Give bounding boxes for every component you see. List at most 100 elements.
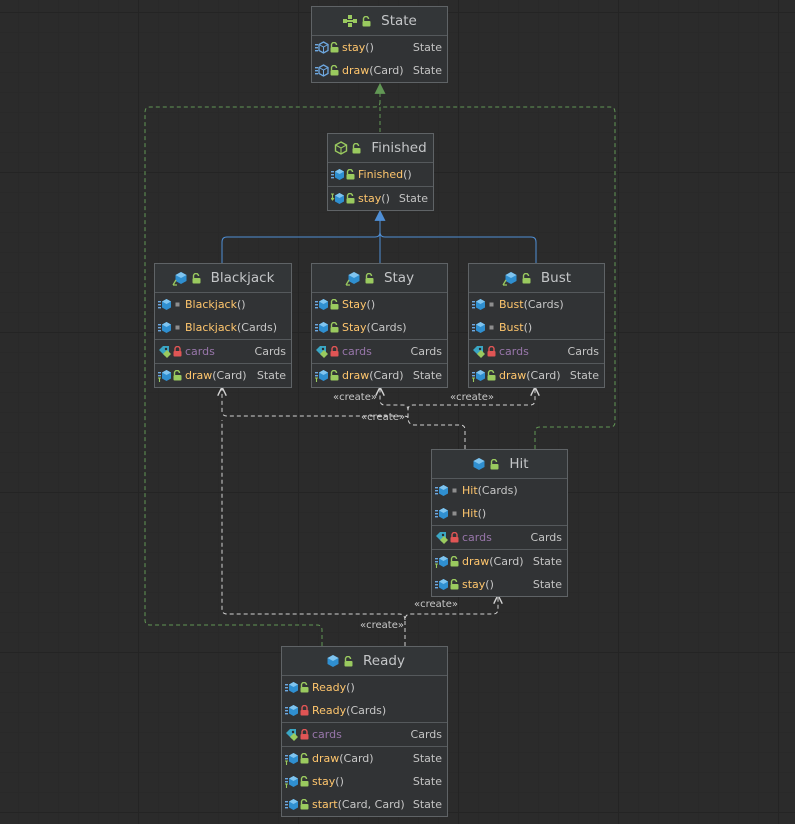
- member-row[interactable]: Stay (): [312, 293, 447, 316]
- member-type: State: [412, 775, 442, 788]
- node-title: Hit: [509, 456, 529, 472]
- package-private-icon: [450, 508, 459, 519]
- public-icon: [365, 272, 374, 284]
- member-row[interactable]: Bust (): [469, 316, 604, 339]
- node-title: Bust: [540, 270, 572, 286]
- node-header: Stay: [312, 264, 447, 293]
- member-name: draw: [185, 369, 213, 382]
- node-stay[interactable]: Stay Stay () Stay (Cards) cards Cards dr…: [311, 263, 448, 388]
- implementing-method-icon: [285, 775, 299, 789]
- member-name: stay: [342, 41, 366, 54]
- public-icon: [450, 579, 459, 590]
- constructor-icon: [472, 321, 486, 335]
- member-type: State: [532, 578, 562, 591]
- member-row[interactable]: stay () State: [432, 573, 567, 596]
- node-title: Stay: [383, 270, 415, 286]
- member-row[interactable]: draw (Card) State: [282, 747, 447, 770]
- member-row[interactable]: draw (Card) State: [155, 364, 291, 387]
- class-icon: [345, 271, 361, 286]
- member-row[interactable]: Stay (Cards): [312, 316, 447, 339]
- member-row[interactable]: cards Cards: [469, 340, 604, 363]
- member-params: (): [403, 168, 412, 181]
- member-name: draw: [462, 555, 490, 568]
- node-blackjack[interactable]: Blackjack Blackjack () Blackjack (Cards): [154, 263, 292, 388]
- member-params: (): [523, 321, 533, 334]
- member-params: (Card): [489, 555, 524, 568]
- member-params: (Cards): [346, 704, 387, 717]
- public-icon: [300, 776, 309, 787]
- extends-edge-bust: [379, 231, 537, 264]
- member-type: Cards: [410, 728, 442, 741]
- methods-section: draw (Card) State: [312, 364, 447, 387]
- member-type: State: [412, 798, 442, 811]
- constructor-icon: [472, 298, 486, 312]
- member-row[interactable]: draw (Card) State: [312, 59, 447, 82]
- member-row[interactable]: draw (Card) State: [312, 364, 447, 387]
- member-row[interactable]: start (Card, Card) State: [282, 793, 447, 816]
- class-icon: [324, 654, 340, 669]
- member-name: Hit: [462, 484, 478, 497]
- member-params: (Card, Card): [337, 798, 405, 811]
- public-icon: [330, 42, 339, 53]
- member-row[interactable]: Finished (): [328, 163, 433, 186]
- node-header: Hit: [432, 450, 567, 479]
- member-name: Blackjack: [185, 321, 237, 334]
- member-row[interactable]: Bust (Cards): [469, 293, 604, 316]
- node-finished[interactable]: Finished Finished () stay () State: [327, 133, 434, 211]
- member-row[interactable]: Ready (): [282, 676, 447, 699]
- class-icon: [470, 457, 486, 472]
- member-params: (): [335, 775, 344, 788]
- member-name: stay: [462, 578, 486, 591]
- member-row[interactable]: cards Cards: [282, 723, 447, 746]
- member-params: (): [485, 578, 494, 591]
- member-row[interactable]: stay () State: [328, 187, 433, 210]
- constructors-section: Stay () Stay (Cards): [312, 293, 447, 340]
- constructors-section: Hit (Cards) Hit (): [432, 479, 567, 526]
- member-row[interactable]: Hit (Cards): [432, 479, 567, 502]
- implementing-method-icon: [435, 555, 449, 569]
- package-private-icon: [487, 299, 496, 310]
- member-row[interactable]: Hit (): [432, 502, 567, 525]
- node-bust[interactable]: Bust Bust (Cards) Bust () cards Cards dr…: [468, 263, 605, 388]
- constructor-icon: [158, 298, 172, 312]
- methods-section: stay () State: [328, 187, 433, 210]
- member-row[interactable]: stay () State: [282, 770, 447, 793]
- member-row[interactable]: cards Cards: [432, 526, 567, 549]
- node-state[interactable]: State stay () State draw (Card) State: [311, 6, 448, 83]
- public-icon: [522, 272, 531, 284]
- member-params: (): [381, 192, 390, 205]
- member-name: draw: [342, 369, 370, 382]
- node-ready[interactable]: Ready Ready () Ready (Cards) cards Cards…: [281, 646, 448, 817]
- member-row[interactable]: cards Cards: [312, 340, 447, 363]
- member-row[interactable]: Blackjack (Cards): [155, 316, 291, 339]
- node-title: Finished: [371, 140, 427, 156]
- member-params: (): [236, 298, 246, 311]
- abstract-method-icon: [315, 40, 329, 55]
- node-hit[interactable]: Hit Hit (Cards) Hit () cards Cards draw …: [431, 449, 568, 597]
- member-type: State: [412, 369, 442, 382]
- field-icon: [285, 728, 299, 742]
- constructor-icon: [435, 484, 449, 498]
- public-icon: [490, 458, 499, 470]
- constructors-section: Finished (): [328, 163, 433, 187]
- member-row[interactable]: stay () State: [312, 36, 447, 59]
- member-type: State: [398, 192, 428, 205]
- node-header: State: [312, 7, 447, 36]
- member-params: (): [366, 298, 376, 311]
- public-icon: [487, 370, 496, 381]
- member-name: Hit: [462, 507, 478, 520]
- public-icon: [352, 142, 361, 154]
- member-row[interactable]: cards Cards: [155, 340, 291, 363]
- private-icon: [487, 346, 496, 357]
- node-header: Finished: [328, 134, 433, 163]
- private-icon: [450, 532, 459, 543]
- member-row[interactable]: draw (Card) State: [469, 364, 604, 387]
- member-row[interactable]: draw (Card) State: [432, 550, 567, 573]
- field-icon: [315, 345, 329, 359]
- interface-icon: [342, 14, 358, 28]
- member-row[interactable]: Blackjack (): [155, 293, 291, 316]
- member-row[interactable]: Ready (Cards): [282, 699, 447, 722]
- methods-section: draw (Card) State: [469, 364, 604, 387]
- member-name: cards: [185, 345, 215, 358]
- implementing-method-icon: [472, 369, 486, 383]
